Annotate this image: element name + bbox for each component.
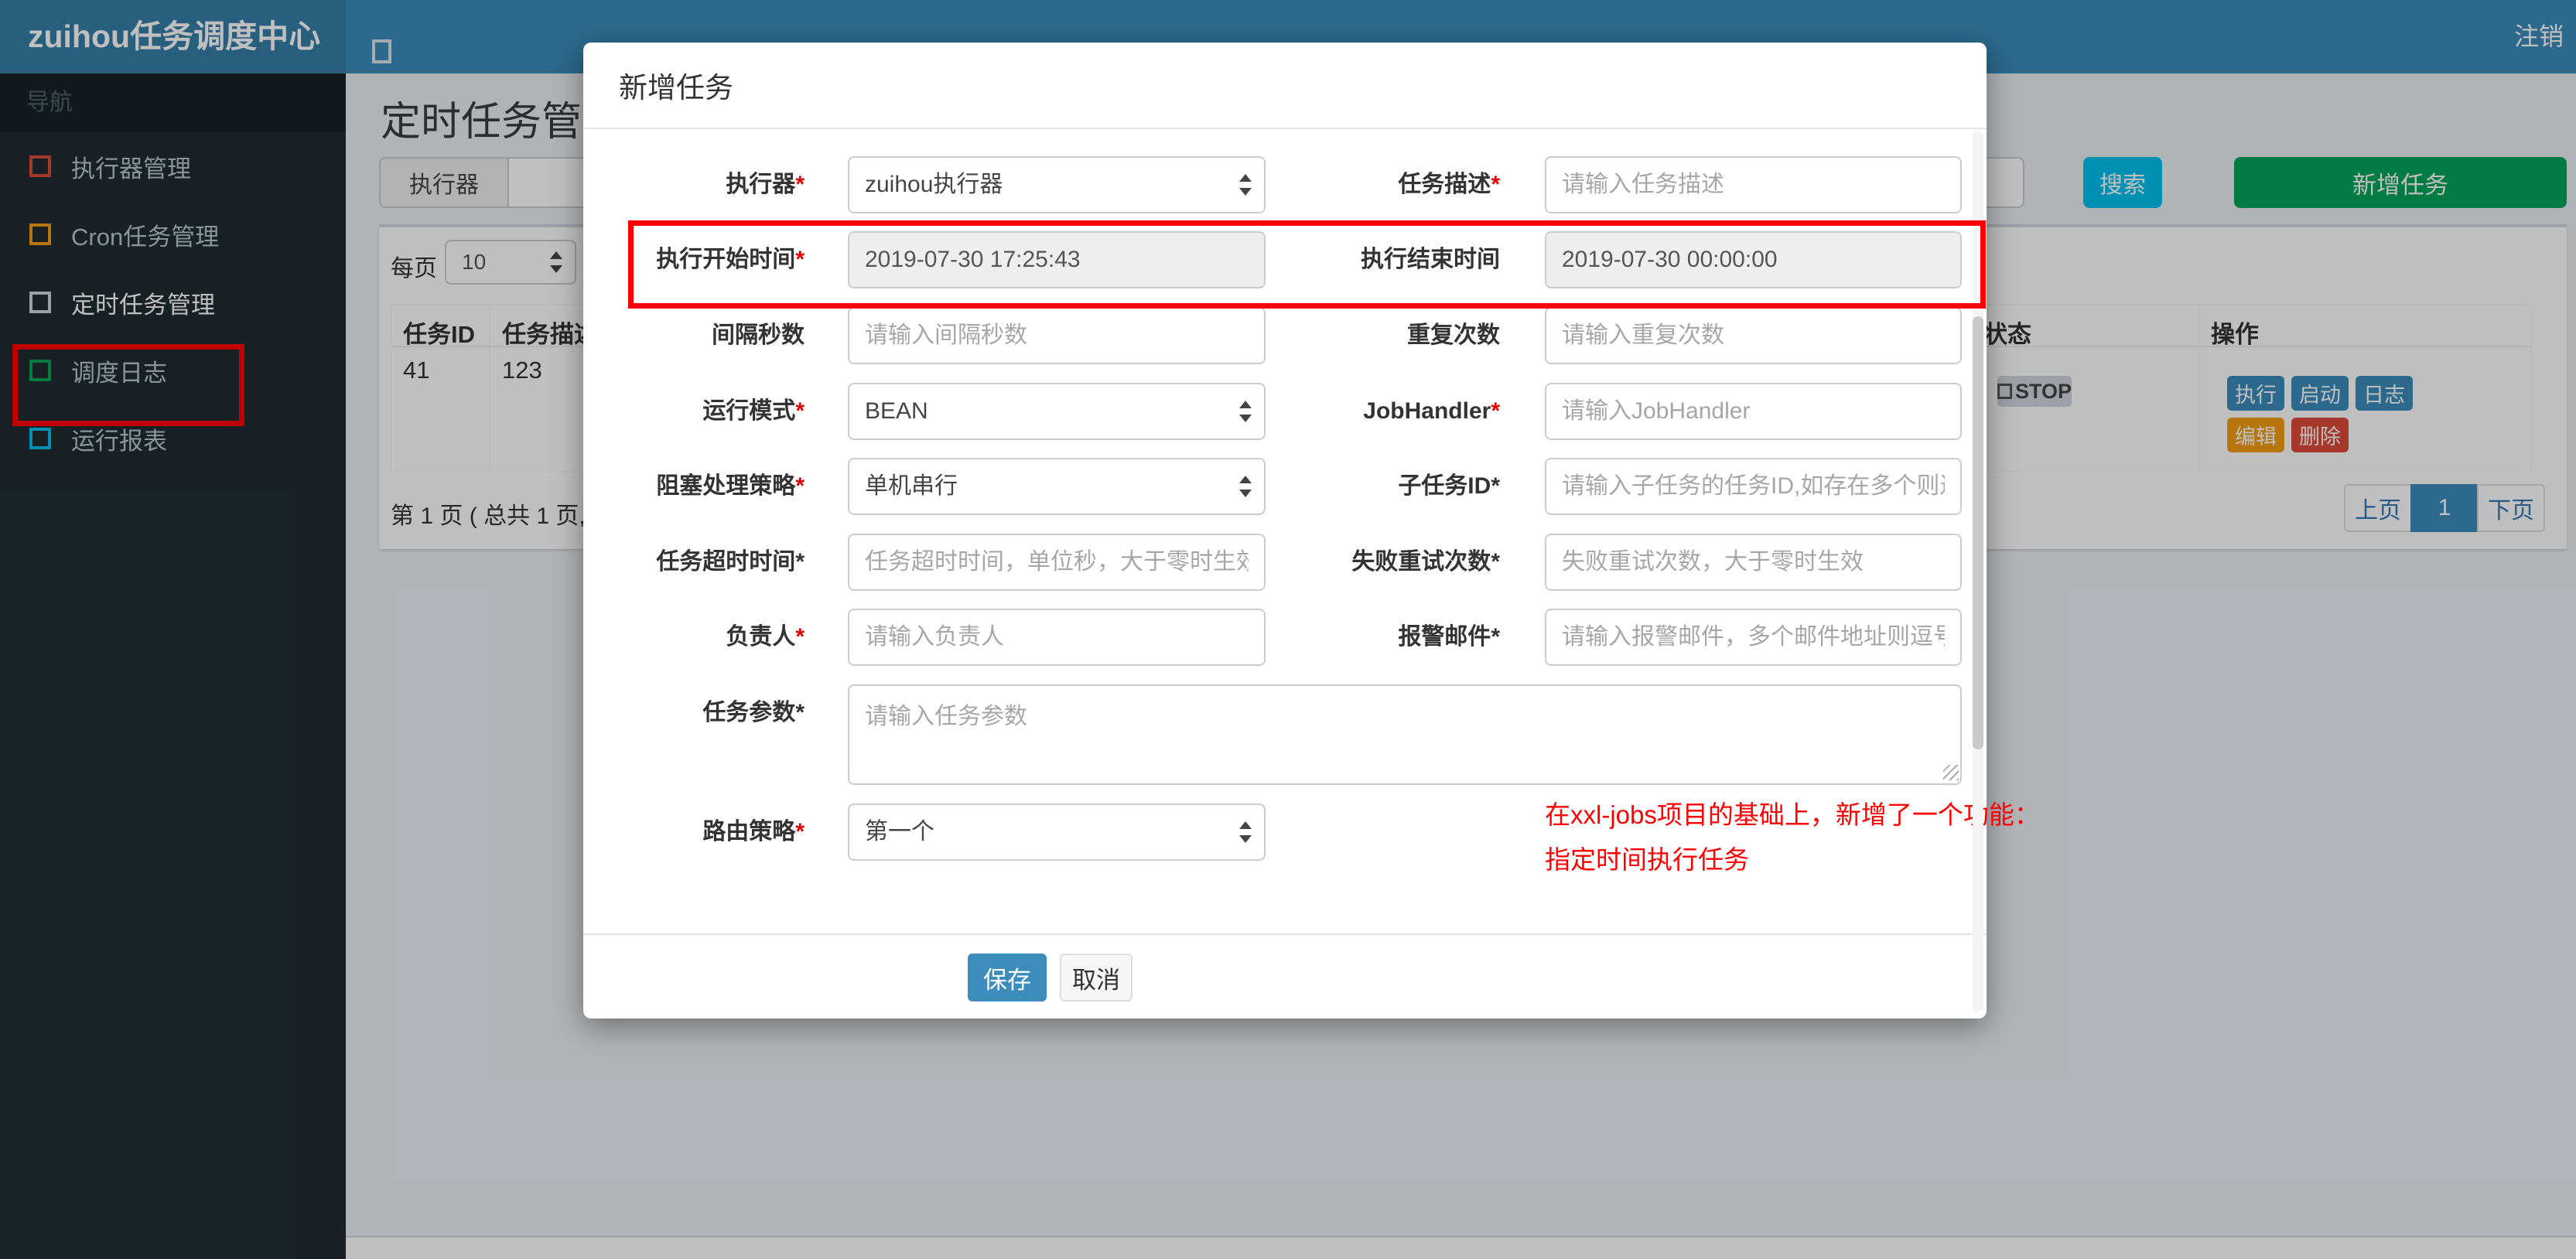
route-strategy-select[interactable]: 第一个	[848, 804, 1266, 861]
task-desc-input[interactable]	[1545, 156, 1962, 213]
executor-select[interactable]: zuihou执行器	[848, 156, 1266, 213]
form-row-route: 路由策略* 第一个 在xxl-jobs项目的基础上，新增了一个功能： 指定时间执…	[583, 800, 2040, 874]
block-strategy-label: 阻塞处理策略*	[656, 473, 805, 499]
jobhandler-input[interactable]	[1545, 383, 1962, 440]
block-strategy-select[interactable]: 单机串行	[848, 458, 1266, 515]
block-strategy-select-value: 单机串行	[865, 473, 958, 499]
required-star: *	[795, 819, 805, 844]
required-star: *	[1491, 624, 1500, 650]
modal-scrollbar-track[interactable]	[1973, 131, 1983, 1012]
modal-header-divider	[583, 128, 1987, 129]
owner-input[interactable]	[848, 609, 1266, 666]
form-row-params: 任务参数*	[583, 684, 1987, 785]
feature-note-line2: 指定时间执行任务	[1545, 845, 1749, 874]
add-task-modal: 新增任务 执行器* zuihou执行器 任务描述* 执行开始时间* 执行结束时间…	[583, 43, 2040, 1018]
select-arrows-icon	[1239, 475, 1252, 498]
required-star: *	[795, 624, 805, 650]
feature-note-line1: 在xxl-jobs项目的基础上，新增了一个功能：	[1545, 800, 2040, 829]
owner-label: 负责人*	[726, 624, 805, 650]
required-star: *	[1491, 549, 1500, 575]
start-time-input[interactable]	[848, 231, 1266, 288]
jobhandler-label: JobHandler*	[1363, 398, 1500, 424]
modal-scrollbar-thumb[interactable]	[1973, 316, 1983, 749]
end-time-label: 执行结束时间	[1361, 247, 1500, 272]
repeat-label: 重复次数	[1407, 322, 1500, 348]
task-params-label: 任务参数*	[702, 700, 805, 725]
form-row-interval-repeat: 间隔秒数 重复次数	[583, 307, 1987, 364]
route-strategy-select-value: 第一个	[865, 819, 934, 844]
form-row-block-child: 阻塞处理策略* 单机串行 子任务ID*	[583, 458, 1987, 515]
modal-footer-divider	[583, 933, 1987, 935]
required-star: *	[795, 398, 805, 424]
interval-input[interactable]	[848, 307, 1266, 364]
required-star: *	[795, 700, 805, 725]
form-row-start-end-time: 执行开始时间* 执行结束时间	[583, 231, 1987, 288]
interval-label: 间隔秒数	[712, 322, 805, 348]
required-star: *	[795, 172, 805, 197]
task-params-textarea[interactable]	[848, 684, 1962, 785]
child-task-id-label: 子任务ID*	[1398, 473, 1500, 499]
task-desc-label: 任务描述*	[1398, 172, 1500, 197]
save-button[interactable]: 保存	[968, 954, 1047, 1001]
alarm-email-label: 报警邮件*	[1398, 624, 1500, 650]
required-star: *	[795, 247, 805, 272]
executor-label: 执行器*	[726, 172, 805, 197]
required-star: *	[1491, 398, 1500, 424]
select-arrows-icon	[1239, 173, 1252, 196]
textarea-resize-handle[interactable]	[1943, 765, 1959, 780]
executor-select-value: zuihou执行器	[865, 172, 1003, 197]
form-row-owner-email: 负责人* 报警邮件*	[583, 609, 1987, 666]
form-row-executor-desc: 执行器* zuihou执行器 任务描述*	[583, 156, 1987, 213]
retry-count-label: 失败重试次数*	[1351, 549, 1500, 575]
select-arrows-icon	[1239, 821, 1252, 844]
modal-title: 新增任务	[619, 72, 733, 104]
required-star: *	[795, 549, 805, 575]
repeat-input[interactable]	[1545, 307, 1962, 364]
run-mode-select[interactable]: BEAN	[848, 383, 1266, 440]
route-strategy-label: 路由策略*	[702, 819, 805, 844]
app-window: zuihou任务调度中心 注销 导航 执行器管理 Cron任务管理 定时任务管理…	[0, 0, 2576, 1259]
run-mode-label: 运行模式*	[702, 398, 805, 424]
timeout-input[interactable]	[848, 534, 1266, 591]
form-row-mode-handler: 运行模式* BEAN JobHandler*	[583, 383, 1987, 440]
retry-count-input[interactable]	[1545, 534, 1962, 591]
timeout-label: 任务超时时间*	[656, 549, 805, 575]
child-task-id-input[interactable]	[1545, 458, 1962, 515]
cancel-button[interactable]: 取消	[1060, 954, 1133, 1001]
run-mode-select-value: BEAN	[865, 398, 928, 424]
alarm-email-input[interactable]	[1545, 609, 1962, 666]
required-star: *	[1491, 473, 1500, 499]
select-arrows-icon	[1239, 400, 1252, 423]
required-star: *	[795, 473, 805, 499]
end-time-input[interactable]	[1545, 231, 1962, 288]
start-time-label: 执行开始时间*	[656, 247, 805, 272]
required-star: *	[1491, 172, 1500, 197]
form-row-timeout-retry: 任务超时时间* 失败重试次数*	[583, 534, 1987, 591]
